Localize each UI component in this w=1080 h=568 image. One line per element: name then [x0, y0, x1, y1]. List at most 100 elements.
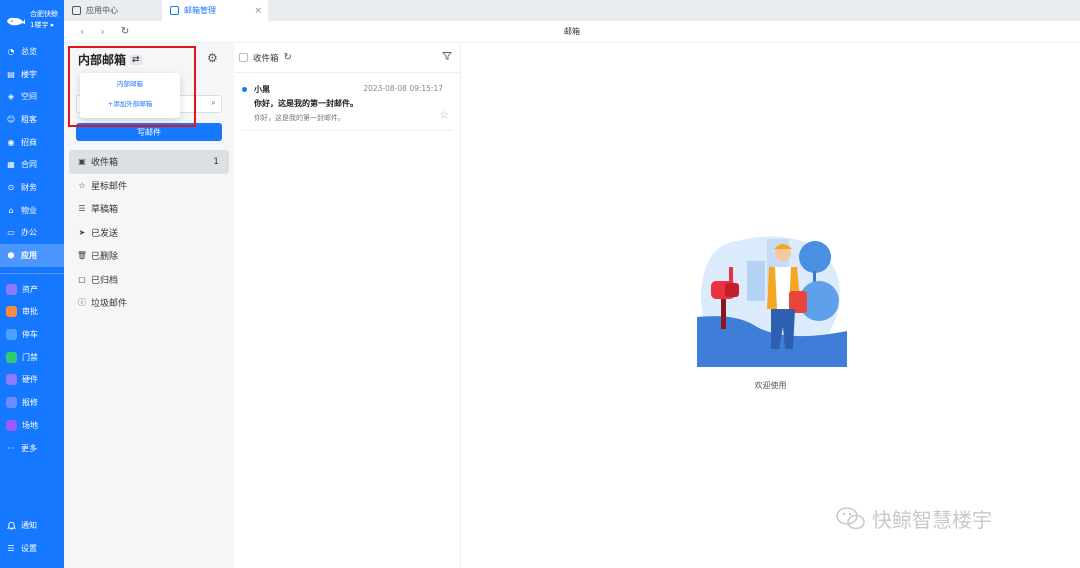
- property-icon: ⌂: [8, 205, 14, 215]
- brand-name: 合肥快鲸: [30, 10, 58, 18]
- folder-icon: ▢: [78, 274, 86, 284]
- finance-icon: ⊙: [7, 182, 15, 192]
- cube-icon: ◈: [7, 92, 15, 102]
- app-icon: ⬢: [7, 251, 15, 261]
- app-icon: [6, 419, 17, 431]
- watermark: 快鲸智慧楼宇: [836, 504, 992, 533]
- mail-time: 2023-08-08 09:15:17: [363, 84, 443, 93]
- tab-app-center[interactable]: 应用中心: [64, 0, 162, 21]
- mail-list-title: 收件箱: [253, 53, 279, 64]
- folder-count: 1: [213, 156, 219, 167]
- contract-icon: ▦: [7, 160, 15, 170]
- mail-subject: 你好，这是我的第一封邮件。: [254, 99, 358, 108]
- nav-more[interactable]: ··· 更多: [0, 437, 64, 460]
- app-center-icon: [72, 6, 81, 15]
- refresh-icon[interactable]: ↻: [121, 26, 129, 37]
- compose-button[interactable]: 写邮件: [76, 123, 222, 141]
- app-icon: [6, 374, 17, 386]
- filter-icon[interactable]: [442, 51, 452, 64]
- dashboard-icon: ◔: [7, 46, 15, 56]
- more-icon: ···: [7, 443, 15, 453]
- tab-mailbox-management[interactable]: 邮箱管理 ×: [162, 0, 268, 21]
- mailbox-icon: [170, 6, 179, 15]
- nav-item-0[interactable]: ◔ 总览: [0, 40, 64, 63]
- nav-item-9[interactable]: ⬢ 应用: [0, 244, 64, 267]
- mail-preview: 你好，这是我的第一封邮件。: [254, 114, 345, 122]
- building-icon: ▤: [7, 69, 15, 79]
- mail-list-header: 收件箱 ↻: [234, 43, 460, 73]
- folder-icon: 🗑: [76, 251, 88, 261]
- nav-app-5[interactable]: 报修: [0, 391, 64, 414]
- mail-list: 收件箱 ↻ 小黑 2023-08-08 09:15:17 你好，这是我的第一封邮…: [234, 43, 461, 568]
- left-nav: 合肥快鲸 1楼宇 ▸ ◔ 总览 ▤ 楼宇 ◈ 空间 ☺ 租客 ◉ 招商 ▦ 合同 ⊙ 财务 ⌂ 物业 ▭ 办公 ⬢ 应…: [0, 0, 64, 568]
- nav-item-7[interactable]: ⌂ 物业: [0, 199, 64, 222]
- tenant-icon: ☺: [6, 114, 16, 124]
- nav-app-0[interactable]: 资产: [0, 278, 64, 301]
- nav-item-3[interactable]: ☺ 租客: [0, 108, 64, 131]
- nav-settings[interactable]: ☰ 设置: [0, 537, 64, 560]
- mail-item[interactable]: 小黑 2023-08-08 09:15:17 你好，这是我的第一封邮件。 你好，…: [242, 81, 453, 131]
- folder-2[interactable]: ☰ 草稿箱: [69, 197, 229, 221]
- app-icon: [6, 351, 17, 363]
- nav-item-2[interactable]: ◈ 空间: [0, 85, 64, 108]
- page-title: 邮箱: [564, 27, 580, 36]
- nav-app-1[interactable]: 审批: [0, 301, 64, 324]
- nav-item-8[interactable]: ▭ 办公: [0, 222, 64, 245]
- mailbox-sidebar: 内部邮箱 ⇄ ⚙ ⌕ 写邮件 ▣ 收件箱 1 ☆ 星标邮件 ☰ 草稿箱 ➤ 已发送 🗑 已删除 ▢ 已归…: [64, 43, 234, 568]
- app-icon: [6, 283, 17, 295]
- mailbox-switcher[interactable]: 内部邮箱 ⇄: [78, 51, 142, 68]
- nav-item-6[interactable]: ⊙ 财务: [0, 176, 64, 199]
- mail-detail: 欢迎使用 快鲸智慧楼宇: [461, 43, 1080, 568]
- folder-6[interactable]: ⓘ 垃圾邮件: [69, 291, 229, 315]
- nav-item-5[interactable]: ▦ 合同: [0, 153, 64, 176]
- nav-item-4[interactable]: ◉ 招商: [0, 131, 64, 154]
- search-icon: ⌕: [210, 98, 216, 108]
- nav-app-6[interactable]: 场地: [0, 414, 64, 437]
- mailbox-title: 内部邮箱: [78, 53, 127, 67]
- investment-icon: ◉: [7, 137, 15, 147]
- unread-dot: [242, 87, 247, 92]
- nav-divider: [0, 272, 64, 274]
- brand[interactable]: 合肥快鲸 1楼宇 ▸: [0, 0, 64, 40]
- popup-internal-mailbox[interactable]: 内部邮箱: [80, 73, 180, 93]
- mailman-illustration: [697, 236, 847, 367]
- star-icon[interactable]: ☆: [440, 110, 449, 121]
- nav-notifications[interactable]: 通知: [0, 515, 64, 538]
- folder-3[interactable]: ➤ 已发送: [69, 221, 229, 245]
- menu-icon: ☰: [7, 544, 15, 554]
- folder-icon: ➤: [78, 227, 86, 237]
- mail-sender: 小黑: [254, 85, 270, 94]
- nav-item-1[interactable]: ▤ 楼宇: [0, 63, 64, 86]
- folder-1[interactable]: ☆ 星标邮件: [69, 174, 229, 198]
- mailbox-popup-menu: 内部邮箱 +添加外部邮箱: [80, 73, 180, 118]
- office-icon: ▭: [7, 228, 15, 238]
- welcome-text: 欢迎使用: [754, 381, 787, 390]
- wechat-icon: [836, 506, 865, 529]
- folder-0[interactable]: ▣ 收件箱 1: [69, 150, 229, 174]
- back-icon[interactable]: ‹: [80, 25, 84, 38]
- refresh-icon[interactable]: ↻: [284, 52, 292, 63]
- forward-icon[interactable]: ›: [100, 25, 104, 38]
- whale-logo-icon: [7, 17, 25, 26]
- folder-5[interactable]: ▢ 已归档: [69, 268, 229, 292]
- gear-icon[interactable]: ⚙: [207, 51, 218, 65]
- select-all-checkbox[interactable]: [239, 53, 248, 62]
- folder-4[interactable]: 🗑 已删除: [69, 244, 229, 268]
- folder-icon: ⓘ: [78, 298, 86, 308]
- bell-icon: [6, 521, 16, 531]
- app-icon: [6, 397, 17, 409]
- nav-app-4[interactable]: 硬件: [0, 369, 64, 392]
- folder-icon: ☆: [78, 180, 86, 190]
- app-icon: [6, 306, 17, 318]
- swap-icon[interactable]: ⇄: [130, 54, 142, 65]
- popup-add-external-mailbox[interactable]: +添加外部邮箱: [80, 93, 180, 113]
- nav-app-3[interactable]: 门禁: [0, 346, 64, 369]
- building-selector[interactable]: 1楼宇 ▸: [30, 20, 58, 31]
- app-icon: [6, 329, 17, 341]
- folder-icon: ▣: [78, 157, 86, 167]
- folder-icon: ☰: [78, 204, 86, 214]
- nav-app-2[interactable]: 停车: [0, 323, 64, 346]
- close-icon[interactable]: ×: [254, 6, 262, 16]
- toolbar: ‹ › ↻ 邮箱: [64, 21, 1080, 43]
- tab-bar: 应用中心 邮箱管理 ×: [64, 0, 1080, 21]
